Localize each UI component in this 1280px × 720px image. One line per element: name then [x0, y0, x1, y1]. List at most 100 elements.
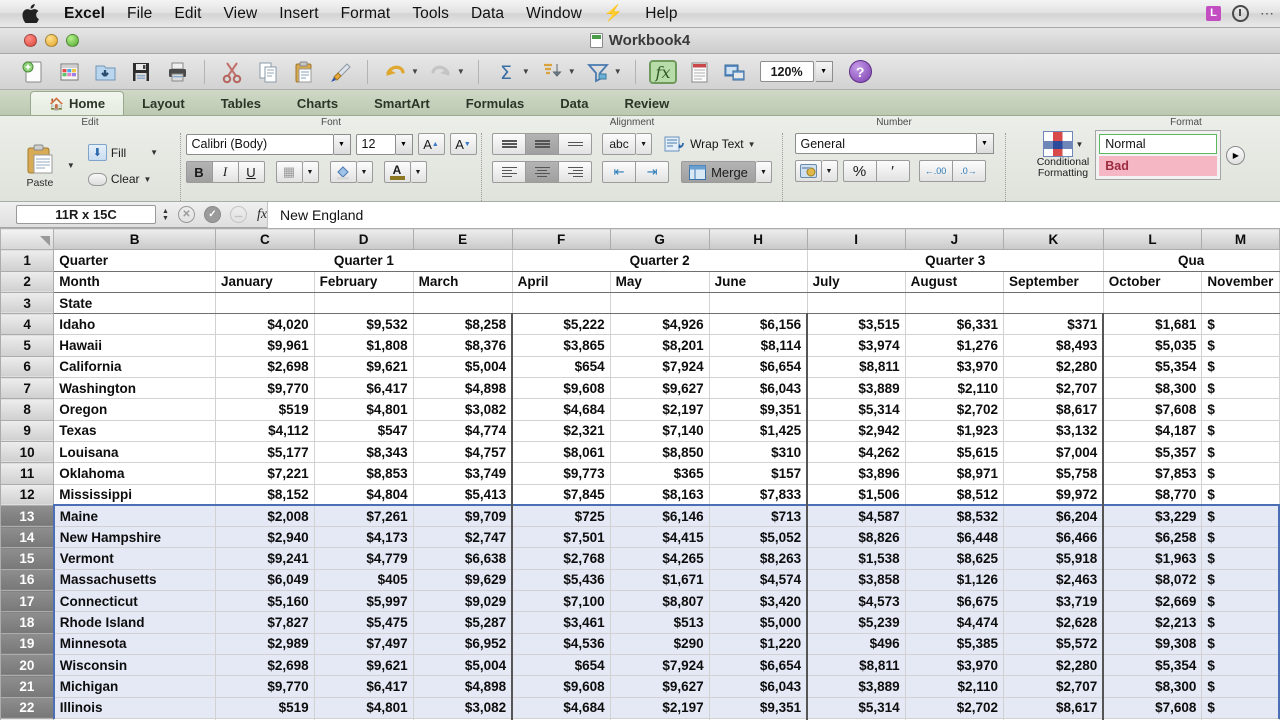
cell-M9[interactable]: $	[1201, 419, 1280, 442]
cut-icon[interactable]	[215, 57, 249, 87]
cell-C3[interactable]	[215, 291, 315, 315]
cell-H3[interactable]	[708, 291, 808, 315]
cell-F13[interactable]: $725	[511, 504, 611, 528]
cell-J2[interactable]: August	[904, 270, 1004, 293]
cell-D16[interactable]: $405	[313, 568, 414, 592]
cell-E19[interactable]: $6,952	[412, 632, 513, 655]
cell-G4[interactable]: $4,926	[609, 313, 710, 336]
cell-M13[interactable]: $	[1201, 504, 1280, 528]
cell-I22[interactable]: $5,314	[806, 696, 906, 719]
cell-G8[interactable]: $2,197	[609, 398, 710, 421]
cell-B9[interactable]: Texas	[53, 419, 217, 442]
cell-G12[interactable]: $8,163	[609, 483, 710, 506]
cell-K10[interactable]: $7,004	[1002, 440, 1104, 464]
cell-D20[interactable]: $9,621	[313, 653, 414, 677]
cell-H11[interactable]: $157	[708, 462, 808, 485]
fill-dropdown-icon[interactable]: ▼	[150, 148, 158, 157]
more-dots-icon[interactable]: ⋯	[1260, 5, 1274, 22]
col-header-K[interactable]: K	[1002, 228, 1104, 251]
cell-E6[interactable]: $5,004	[412, 355, 513, 379]
cell-K11[interactable]: $5,758	[1002, 462, 1104, 485]
format-painter-icon[interactable]	[323, 57, 357, 87]
cell-K13[interactable]: $6,204	[1002, 504, 1104, 528]
cell-L11[interactable]: $7,853	[1102, 462, 1203, 485]
cell-K8[interactable]: $8,617	[1002, 398, 1104, 421]
cell-C15[interactable]: $9,241	[215, 547, 315, 570]
font-name-input[interactable]: Calibri (Body)	[185, 133, 334, 155]
borders-dropdown-icon[interactable]: ▼	[302, 161, 319, 183]
cell-J9[interactable]: $1,923	[904, 419, 1004, 442]
cell-E13[interactable]: $9,709	[412, 504, 513, 528]
cell-F9[interactable]: $2,321	[511, 419, 611, 442]
menu-insert[interactable]: Insert	[268, 5, 329, 23]
cell-H10[interactable]: $310	[708, 440, 808, 464]
row-header-20[interactable]: 20	[0, 653, 55, 677]
shrink-font-button[interactable]: A ▼	[449, 133, 477, 155]
cell-G3[interactable]	[609, 291, 710, 315]
spreadsheet-grid[interactable]: B C D E F G H I J K L M 1 Quarter Quarte…	[0, 228, 1280, 720]
collapse-icon[interactable]: ⚊	[229, 206, 247, 223]
cell-H22[interactable]: $9,351	[708, 696, 808, 719]
cell-E14[interactable]: $2,747	[412, 526, 513, 549]
media-browser-icon[interactable]	[718, 57, 752, 87]
cell-L9[interactable]: $4,187	[1102, 419, 1203, 442]
cell-M17[interactable]: $	[1201, 590, 1280, 613]
copy-icon[interactable]	[251, 57, 285, 87]
cell-J19[interactable]: $5,385	[904, 632, 1004, 655]
cell-D10[interactable]: $8,343	[313, 440, 414, 464]
cancel-icon[interactable]: ✕	[177, 206, 195, 223]
table-row[interactable]: 18 Rhode Island $7,827 $5,475 $5,287 $3,461 $5…	[0, 611, 1280, 634]
apple-logo-icon[interactable]	[22, 4, 39, 23]
wrap-text-button[interactable]: Wrap Text ▼	[664, 135, 756, 154]
cell-G15[interactable]: $4,265	[609, 547, 710, 570]
open-template-icon[interactable]	[52, 57, 86, 87]
cell-H4[interactable]: $6,156	[708, 313, 808, 336]
cell-I11[interactable]: $3,896	[806, 462, 906, 485]
paste-dropdown-icon[interactable]: ▼	[67, 161, 75, 170]
undo-dropdown-icon[interactable]: ▼	[411, 67, 419, 76]
cell-E3[interactable]	[412, 291, 513, 315]
cell-B3[interactable]: State	[53, 291, 217, 315]
cell-I10[interactable]: $4,262	[806, 440, 906, 464]
cell-I21[interactable]: $3,889	[806, 675, 906, 698]
filter-icon[interactable]	[581, 57, 615, 87]
cell-I14[interactable]: $8,826	[806, 526, 906, 549]
cell-F12[interactable]: $7,845	[511, 483, 611, 506]
row-header-14[interactable]: 14	[0, 526, 55, 549]
cell-C13[interactable]: $2,008	[215, 504, 315, 528]
table-row[interactable]: 10 Louisana $5,177 $8,343 $4,757 $8,061 $8,850…	[0, 440, 1280, 464]
tab-home[interactable]: 🏠 Home	[30, 91, 125, 115]
cell-E9[interactable]: $4,774	[412, 419, 513, 442]
tab-data[interactable]: Data	[542, 91, 606, 115]
cell-J10[interactable]: $5,615	[904, 440, 1004, 464]
cell-G17[interactable]: $8,807	[609, 590, 710, 613]
cell-I9[interactable]: $2,942	[806, 419, 906, 442]
clear-dropdown-icon[interactable]: ▼	[144, 175, 152, 184]
col-header-M[interactable]: M	[1201, 228, 1280, 251]
cell-B22[interactable]: Illinois	[52, 696, 217, 719]
name-box-spinner[interactable]: ▲ ▼	[162, 208, 169, 222]
cell-D11[interactable]: $8,853	[313, 462, 414, 485]
menu-excel[interactable]: Excel	[53, 5, 116, 23]
conditional-formatting-button[interactable]: ▼ Conditional Formatting	[1037, 131, 1089, 179]
cell-K18[interactable]: $2,628	[1002, 611, 1104, 634]
table-row[interactable]: 15 Vermont $9,241 $4,779 $6,638 $2,768 $4,265 $…	[0, 547, 1280, 570]
tab-charts[interactable]: Charts	[279, 91, 356, 115]
cell-I5[interactable]: $3,974	[806, 334, 906, 357]
cell-F21[interactable]: $9,608	[511, 675, 611, 698]
cell-quarter-4[interactable]: Qua	[1102, 249, 1280, 272]
fill-color-button[interactable]	[329, 161, 357, 183]
number-format-dropdown-icon[interactable]: ▼	[976, 133, 994, 154]
cell-L19[interactable]: $9,308	[1102, 632, 1203, 655]
cell-J22[interactable]: $2,702	[904, 696, 1004, 719]
cell-B2[interactable]: Month	[53, 270, 217, 293]
cell-F10[interactable]: $8,061	[511, 440, 611, 464]
row-header-22[interactable]: 22	[0, 696, 55, 719]
cell-K15[interactable]: $5,918	[1002, 547, 1104, 570]
table-row[interactable]: 8 Oregon $519 $4,801 $3,082 $4,684 $2,197 $9,35…	[0, 398, 1280, 421]
cell-E17[interactable]: $9,029	[412, 590, 513, 613]
row-header-1[interactable]: 1	[0, 249, 55, 272]
cell-B12[interactable]: Mississippi	[53, 483, 217, 506]
cell-styles-more-button[interactable]: ▶	[1226, 145, 1246, 165]
cell-E21[interactable]: $4,898	[412, 675, 513, 698]
